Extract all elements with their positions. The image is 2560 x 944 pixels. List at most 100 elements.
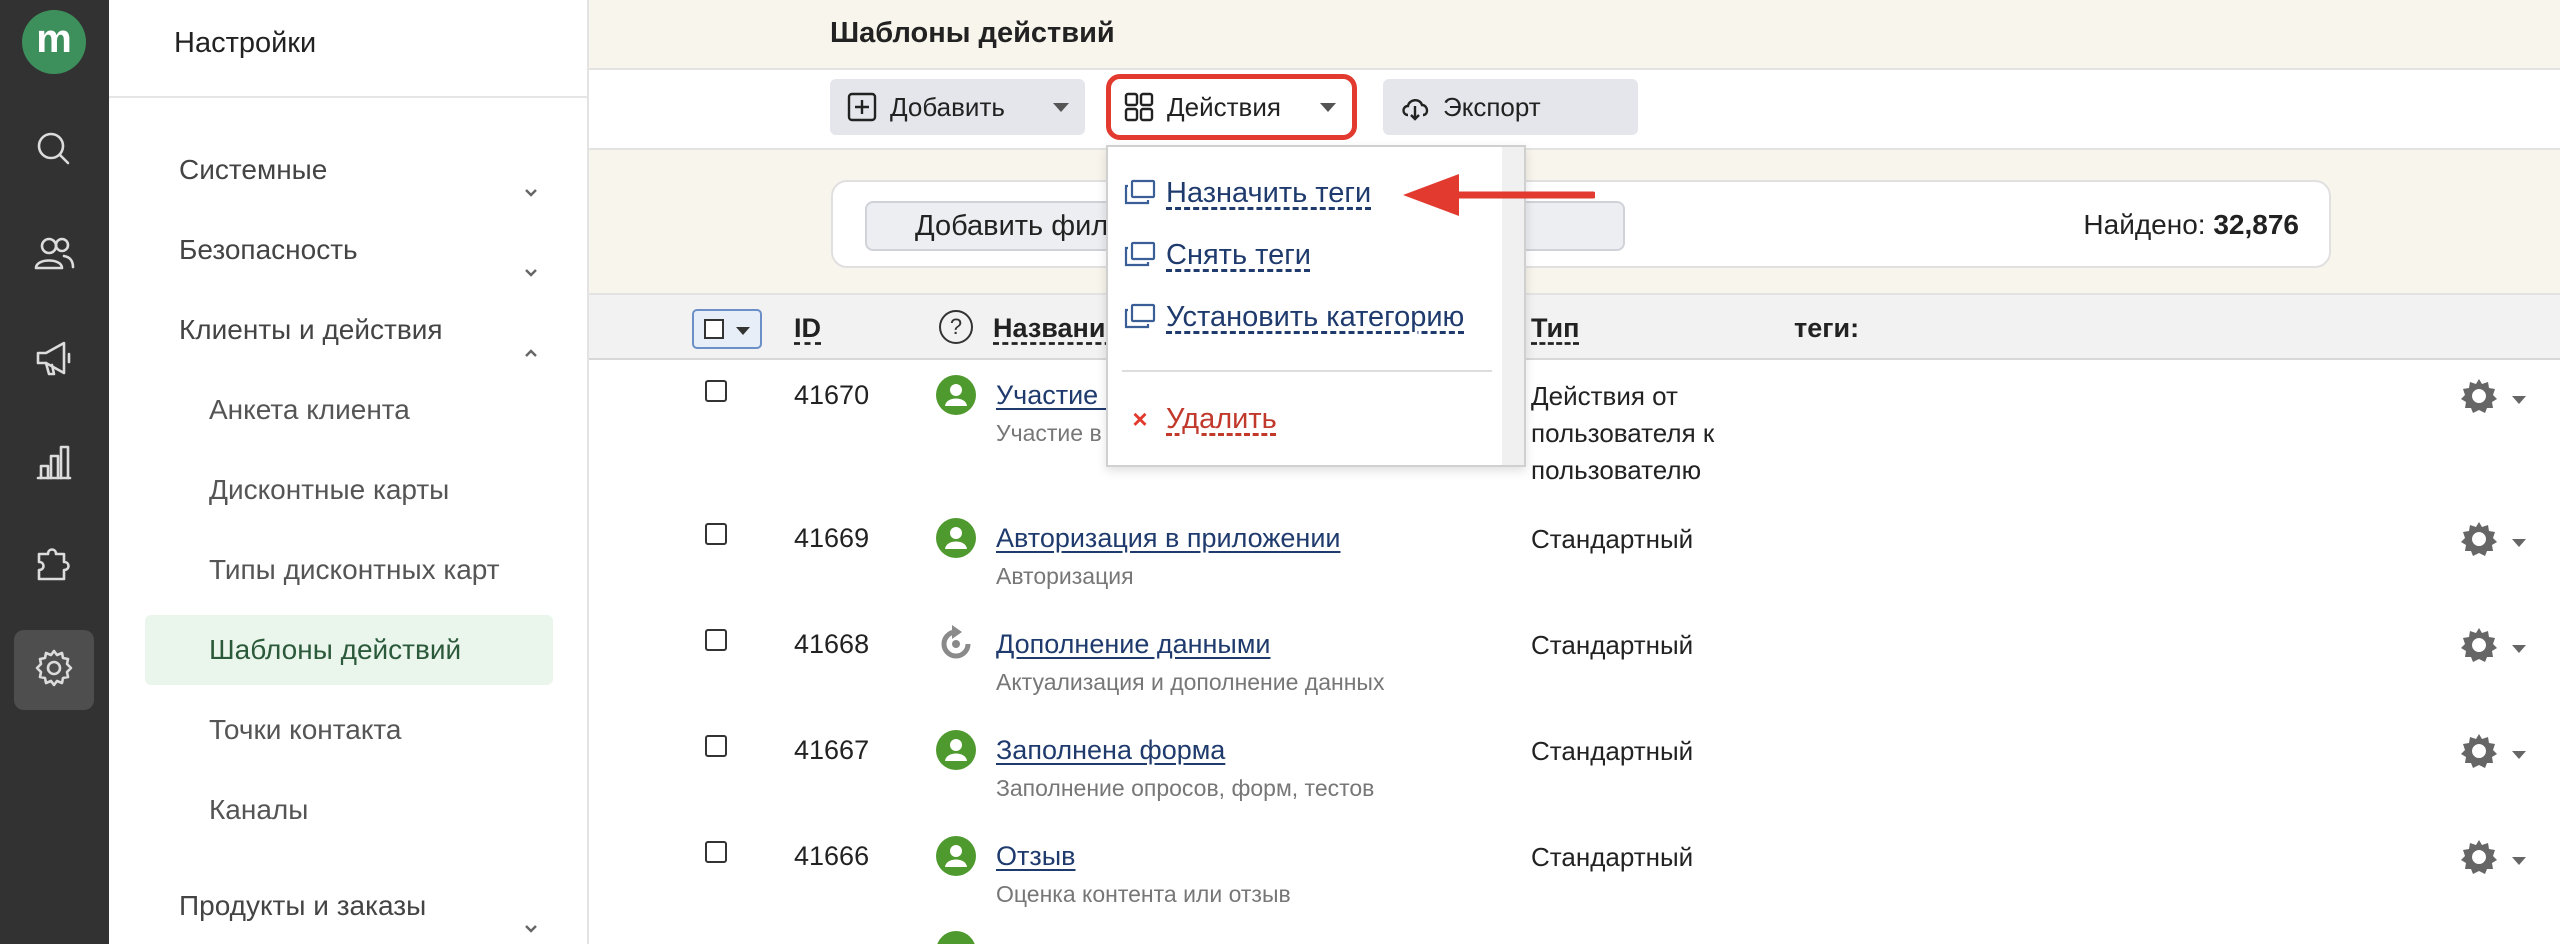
menu-item-assign-tags[interactable]: Назначить теги — [1122, 171, 1371, 215]
sidebar-item-channels[interactable]: Каналы — [145, 775, 553, 845]
sidebar-item-contact-points[interactable]: Точки контакта — [145, 695, 553, 765]
search-icon — [32, 127, 76, 176]
row-type: Действия от пользователя к пользователю — [1531, 381, 1715, 485]
rail-campaigns[interactable] — [14, 320, 94, 400]
column-tags: теги: — [1794, 313, 1860, 343]
table-row-partial — [589, 930, 2560, 944]
page-header: Шаблоны действий — [589, 0, 2560, 70]
row-name-link[interactable]: Авторизация в приложении — [996, 523, 1341, 554]
row-name-link[interactable]: Участие в — [996, 380, 1120, 411]
column-id[interactable]: ID — [794, 313, 821, 344]
found-label: Найдено: — [2083, 209, 2206, 240]
caret-down-icon — [736, 327, 750, 335]
refresh-icon — [935, 623, 977, 665]
plus-square-icon — [846, 91, 878, 123]
menu-item-label: Установить категорию — [1166, 300, 1465, 333]
actions-button[interactable]: Действия — [1106, 74, 1357, 140]
row-id: 41666 — [794, 841, 870, 871]
add-button-label: Добавить — [890, 91, 1005, 122]
sidebar-group-label: Системные — [179, 154, 328, 185]
copy-icon — [1122, 240, 1158, 270]
row-checkbox[interactable] — [705, 523, 727, 545]
row-checkbox[interactable] — [705, 841, 727, 863]
sidebar-title: Настройки — [174, 27, 317, 59]
user-icon — [935, 930, 977, 944]
sidebar-group-label: Клиенты и действия — [179, 314, 443, 345]
row-type: Стандартный — [1531, 630, 1694, 660]
row-settings-gear-icon[interactable] — [2459, 837, 2507, 885]
caret-down-icon — [1320, 103, 1336, 112]
row-description: Заполнение опросов, форм, тестов — [996, 775, 1375, 801]
row-description: Участие в — [996, 420, 1102, 446]
rail-search[interactable] — [14, 111, 94, 191]
sidebar-item-card-types[interactable]: Типы дисконтных карт — [145, 535, 553, 605]
row-type: Стандартный — [1531, 524, 1694, 554]
sidebar-group-label: Безопасность — [179, 234, 358, 265]
actions-button-label: Действия — [1167, 91, 1281, 122]
help-icon[interactable]: ? — [939, 310, 973, 344]
sidebar-group-clients[interactable]: Клиенты и действия — [179, 300, 539, 360]
row-checkbox[interactable] — [705, 629, 727, 651]
chart-icon — [32, 440, 76, 489]
row-type: Стандартный — [1531, 842, 1694, 872]
sidebar-item-label: Дисконтные карты — [209, 474, 450, 505]
users-icon — [32, 232, 76, 281]
menu-item-label: Снять теги — [1166, 238, 1311, 271]
sidebar-item-label: Точки контакта — [209, 714, 402, 745]
select-all-checkbox[interactable] — [704, 319, 724, 339]
main-content: Шаблоны действий Добавить Действия Экспо… — [589, 0, 2560, 944]
user-icon — [935, 374, 977, 416]
row-settings-gear-icon[interactable] — [2459, 625, 2507, 673]
row-id: 41667 — [794, 735, 870, 765]
sidebar-item-label: Шаблоны действий — [209, 634, 462, 665]
export-button[interactable]: Экспорт — [1383, 79, 1638, 135]
row-checkbox[interactable] — [705, 380, 727, 402]
menu-item-delete[interactable]: × Удалить — [1122, 397, 1276, 441]
chevron-up-icon — [523, 322, 539, 357]
chevron-down-icon — [523, 898, 539, 933]
sidebar-item-discount-cards[interactable]: Дисконтные карты — [145, 455, 553, 525]
sidebar-group-security[interactable]: Безопасность — [179, 220, 539, 280]
sidebar-item-client-profile[interactable]: Анкета клиента — [145, 375, 553, 445]
sidebar-group-products[interactable]: Продукты и заказы — [179, 876, 539, 936]
grid-icon — [1123, 91, 1155, 123]
found-count: 32,876 — [2213, 209, 2299, 240]
sidebar-group-label: Продукты и заказы — [179, 890, 427, 921]
chevron-down-icon — [523, 162, 539, 197]
rail-users[interactable] — [14, 216, 94, 296]
chevron-down-icon — [523, 242, 539, 277]
row-name-link[interactable]: Дополнение данными — [996, 629, 1270, 660]
table-header: ID ? Название Тип теги: — [589, 295, 2560, 360]
row-name-link[interactable]: Отзыв — [996, 841, 1076, 872]
rail-settings[interactable] — [14, 630, 94, 710]
app-logo[interactable]: m — [22, 10, 86, 74]
row-settings-gear-icon[interactable] — [2459, 731, 2507, 779]
user-icon — [935, 517, 977, 559]
menu-item-label: Назначить теги — [1166, 176, 1372, 209]
menu-item-set-category[interactable]: Установить категорию — [1122, 295, 1464, 339]
row-description: Авторизация — [996, 563, 1134, 589]
toolbar: Добавить Действия Экспорт — [589, 70, 2560, 150]
row-id: 41669 — [794, 523, 870, 553]
column-type[interactable]: Тип — [1531, 313, 1579, 344]
rail-integrations[interactable] — [14, 526, 94, 606]
row-description: Оценка контента или отзыв — [996, 881, 1291, 907]
export-button-label: Экспорт — [1443, 91, 1541, 122]
row-settings-gear-icon[interactable] — [2459, 519, 2507, 567]
sidebar-item-label: Каналы — [209, 794, 309, 825]
select-all-dropdown[interactable] — [692, 309, 762, 349]
menu-item-remove-tags[interactable]: Снять теги — [1122, 233, 1311, 277]
sidebar-item-action-templates[interactable]: Шаблоны действий — [145, 615, 553, 685]
menu-divider — [1122, 370, 1492, 372]
sidebar-divider — [109, 96, 587, 98]
close-icon: × — [1132, 403, 1148, 434]
row-checkbox[interactable] — [705, 735, 727, 757]
row-id: 41670 — [794, 380, 870, 410]
row-settings-gear-icon[interactable] — [2459, 376, 2507, 424]
rail-analytics[interactable] — [14, 424, 94, 504]
page-title: Шаблоны действий — [830, 17, 1115, 49]
column-name[interactable]: Название — [993, 313, 1120, 344]
sidebar-group-system[interactable]: Системные — [179, 140, 539, 200]
row-name-link[interactable]: Заполнена форма — [996, 735, 1225, 766]
add-button[interactable]: Добавить — [830, 79, 1085, 135]
